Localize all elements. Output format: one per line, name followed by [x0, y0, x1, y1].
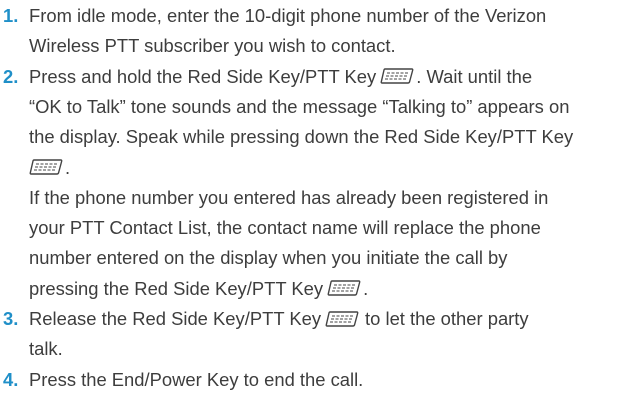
ptt-key-icon [29, 159, 63, 175]
step-2-line-3: the display. Speak while pressing down t… [29, 126, 574, 148]
step-2-line-4: . [29, 153, 70, 183]
step-2-text-c: . [65, 156, 71, 178]
step-2-note-line-1: If the phone number you entered has alre… [29, 186, 549, 208]
ptt-key-icon [325, 310, 359, 327]
step-number: 1. [3, 5, 19, 26]
step-4-line-1: Press the End/Power Key to end the call. [29, 368, 364, 390]
step-2-note-line-3: number entered on the display when you i… [29, 247, 508, 269]
step-3-line-1: Release the Red Side Key/PTT Key to let t… [29, 304, 529, 334]
step-2-text-a: Press and hold the Red Side Key/PTT Key [29, 65, 377, 87]
ptt-key-icon [380, 68, 414, 84]
step-2-note-line-4: pressing the Red Side Key/PTT Key. [29, 274, 368, 304]
step-2-note-text-a: pressing the Red Side Key/PTT Key [29, 277, 324, 299]
step-2-note-line-2: your PTT Contact List, the contact name … [29, 217, 541, 239]
step-3-line-2: talk. [29, 338, 63, 360]
step-number: 2. [3, 65, 19, 87]
step-3-text-a: Release the Red Side Key/PTT Key [29, 308, 322, 329]
ptt-key-icon [327, 280, 361, 297]
step-2-line-1: Press and hold the Red Side Key/PTT Key.… [29, 62, 532, 92]
step-2-line-2: “OK to Talk” tone sounds and the message… [29, 95, 570, 117]
step-3-text-b: to let the other party [365, 308, 529, 329]
step-2-note-text-b: . [363, 277, 369, 299]
step-number: 4. [3, 368, 19, 390]
step-number: 3. [3, 308, 19, 329]
step-2-text-b: . Wait until the [416, 65, 533, 87]
step-1-line-2: Wireless PTT subscriber you wish to cont… [29, 35, 396, 57]
step-1-line-1: From idle mode, enter the 10-digit phone… [29, 5, 547, 26]
